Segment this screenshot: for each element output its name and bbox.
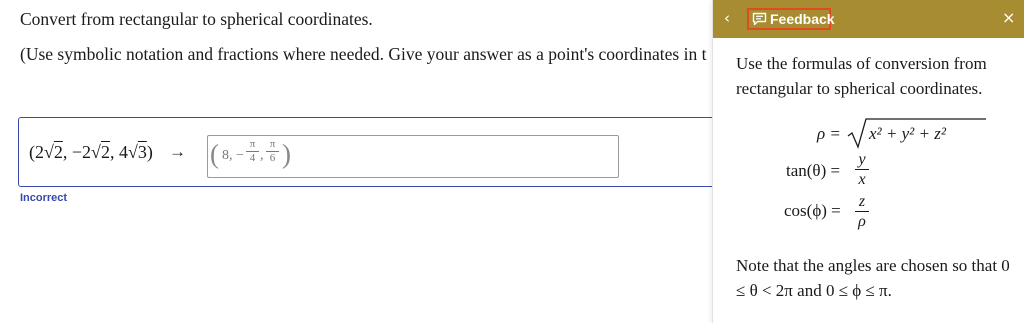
question-instructions: (Use symbolic notation and fractions whe… [20,44,707,64]
open-paren: ( [210,139,219,169]
answer-theta-fraction: π 4 [246,138,259,165]
feedback-intro: Use the formulas of conversion from rect… [736,54,987,98]
answer-row: (2√2, −2√2, 4√3) → ( 8, − π 4 , π 6 ) [18,117,758,187]
rho-formula-lhs: ρ = [817,124,841,143]
tan-formula-fraction: y x [855,150,869,189]
feedback-tab[interactable]: Feedback [747,8,835,30]
answer-separator: , [260,148,264,163]
chevron-left-icon[interactable]: ‹ [724,9,738,27]
feedback-panel: ‹ Feedback × Use the formulas of convers… [712,0,1024,323]
feedback-tab-label: Feedback [770,11,835,27]
answer-phi-fraction: π 6 [266,138,279,165]
comment-icon [752,12,767,26]
cos-formula-fraction: z ρ [855,192,869,231]
angle-range-note: Note that the angles are chosen so that … [736,256,1010,300]
question-title: Convert from rectangular to spherical co… [20,9,373,29]
feedback-header: ‹ Feedback × [713,0,1024,38]
rho-formula-rhs: x² + y² + z² [869,124,946,143]
answer-input[interactable]: ( 8, − π 4 , π 6 ) [207,135,619,178]
answer-status: Incorrect [20,192,68,204]
close-icon[interactable]: × [1002,8,1015,27]
answer-rho-value: 8, − [222,148,244,163]
arrow-icon: → [169,142,186,161]
close-paren: ) [282,139,291,169]
tan-formula-lhs: tan(θ) = [786,161,841,180]
given-point: (2√2, −2√2, 4√3) [29,142,153,162]
cos-formula-lhs: cos(ϕ) = [784,201,841,220]
